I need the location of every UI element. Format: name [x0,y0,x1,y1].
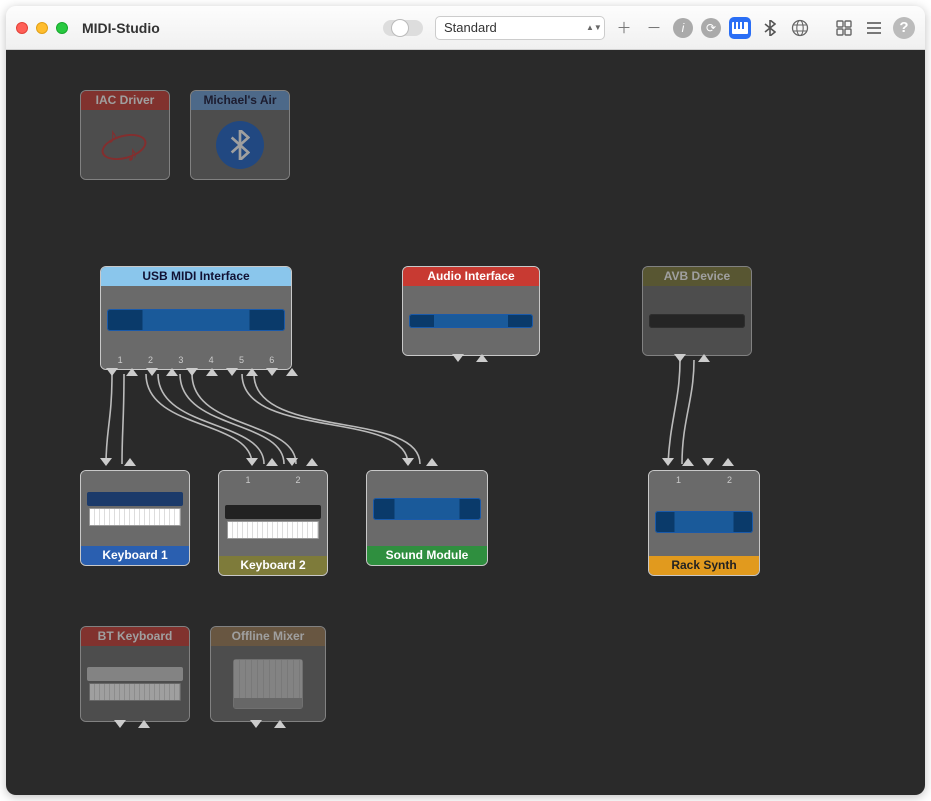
device-rack-synth[interactable]: 1 2 Rack Synth [648,470,760,576]
usb-if-connectors [106,368,298,376]
avb-connectors [674,354,710,362]
device-label: Rack Synth [649,556,759,575]
smod-in-connectors [402,458,438,466]
piano-icon [732,22,748,34]
audio-if-connectors [452,354,488,362]
chevron-updown-icon: ▲▼ [586,25,596,30]
window-title: MIDI-Studio [82,20,160,36]
rack-unit-icon [373,498,481,520]
device-label: BT Keyboard [81,627,189,646]
network-button[interactable] [789,17,811,39]
kb2-in-connectors [246,458,318,466]
configuration-select[interactable]: Standard ▲▼ [435,16,605,40]
rescan-midi-button[interactable]: ⟳ [701,18,721,38]
device-label: USB MIDI Interface [101,267,291,286]
device-keyboard-2[interactable]: 1 2 Keyboard 2 [218,470,328,576]
device-label: IAC Driver [81,91,169,110]
help-button[interactable]: ? [893,17,915,39]
device-label: Sound Module [367,546,487,565]
icon-size-slider[interactable] [383,20,423,36]
icon-view-button[interactable] [833,17,855,39]
minimize-button[interactable] [36,22,48,34]
mixer-icon [233,659,303,709]
zoom-button[interactable] [56,22,68,34]
rack-unit-icon [409,314,533,328]
globe-icon [791,19,809,37]
device-avb[interactable]: AVB Device [642,266,752,356]
keyboard-icon [87,667,183,701]
device-sound-module[interactable]: Sound Module [366,470,488,566]
bluetooth-button[interactable] [759,17,781,39]
device-keyboard-1[interactable]: Keyboard 1 [80,470,190,566]
list-view-button[interactable] [863,17,885,39]
info-button[interactable]: i [673,18,693,38]
keyboard-icon [87,492,183,526]
device-bluetooth-host[interactable]: Michael's Air [190,90,290,180]
device-label: Keyboard 2 [219,556,327,575]
test-setup-button[interactable] [729,17,751,39]
device-label: Offline Mixer [211,627,325,646]
device-usb-midi-interface[interactable]: USB MIDI Interface 1 2 3 4 5 6 [100,266,292,370]
grid-icon [836,20,852,36]
configuration-value: Standard [444,20,497,35]
bluetooth-icon [764,20,776,36]
remove-device-button[interactable]: － [643,17,665,39]
kb1-in-connectors [100,458,136,466]
device-audio-interface[interactable]: Audio Interface [402,266,540,356]
rack-unit-icon [649,314,745,328]
rack-unit-icon [107,309,285,331]
device-label: AVB Device [643,267,751,286]
device-iac-driver[interactable]: IAC Driver ♪ ♪ [80,90,170,180]
mixer-connectors [250,720,286,728]
keyboard-icon [225,505,321,539]
btkb-connectors [114,720,150,728]
midi-studio-window: MIDI-Studio Standard ▲▼ ＋ － i ⟳ [6,6,925,795]
close-button[interactable] [16,22,28,34]
iac-icon: ♪ ♪ [101,121,149,169]
add-device-button[interactable]: ＋ [613,17,635,39]
midi-studio-canvas[interactable]: IAC Driver ♪ ♪ Michael's Air USB MIDI In… [6,50,925,795]
device-bt-keyboard[interactable]: BT Keyboard [80,626,190,722]
rack-unit-icon [655,511,753,533]
device-label: Michael's Air [191,91,289,110]
device-offline-mixer[interactable]: Offline Mixer [210,626,326,722]
device-label: Keyboard 1 [81,546,189,565]
list-icon [866,21,882,35]
titlebar: MIDI-Studio Standard ▲▼ ＋ － i ⟳ [6,6,925,50]
rsynth-in-connectors [662,458,734,466]
device-label: Audio Interface [403,267,539,286]
window-controls [16,22,68,34]
bluetooth-icon [216,121,264,169]
